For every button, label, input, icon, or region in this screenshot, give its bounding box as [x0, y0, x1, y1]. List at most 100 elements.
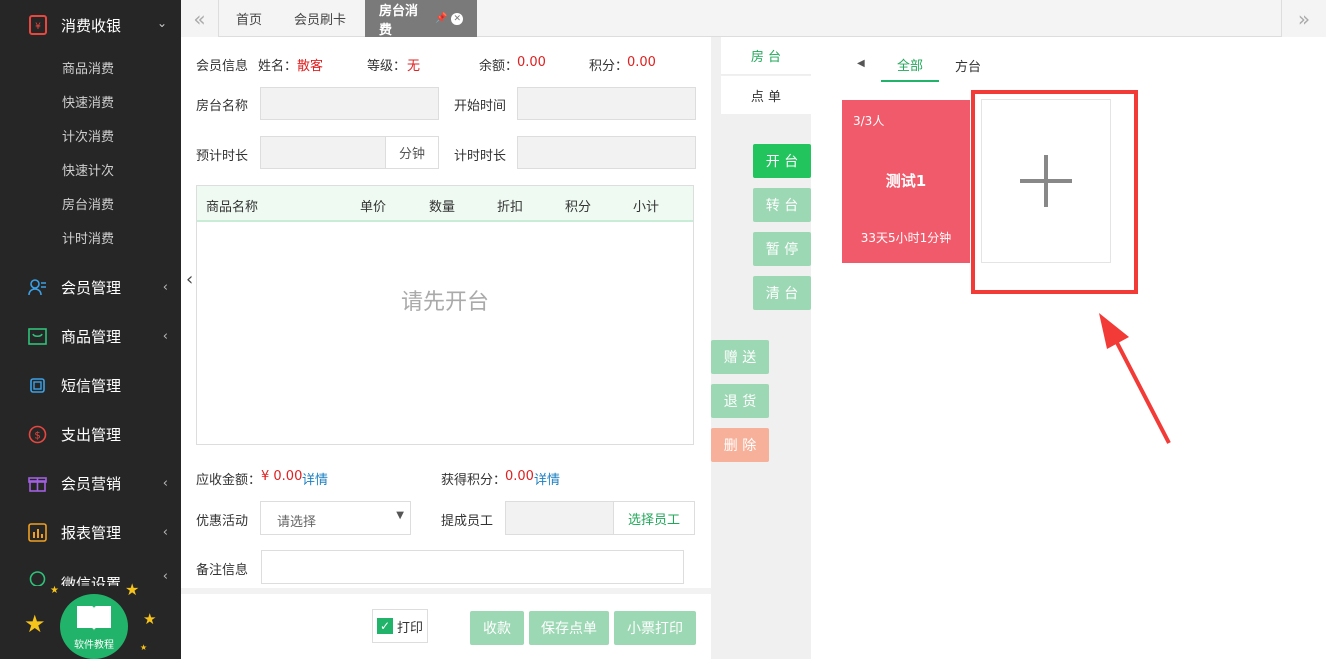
side-tab-room[interactable]: 房 台 [721, 37, 811, 75]
remark-field[interactable] [261, 550, 684, 584]
money-icon: $ [28, 425, 47, 444]
sidebar-item-expense[interactable]: $ 支出管理 [28, 419, 178, 449]
star-icon: ★ [143, 610, 157, 628]
start-time-label: 开始时间 [454, 99, 507, 114]
promo-select[interactable]: 请选择 ▼ [260, 501, 411, 535]
order-table: 商品名称 单价 数量 折扣 积分 小计 请先开台 [196, 185, 694, 445]
sidebar-subitem[interactable]: 快速消费 [62, 92, 114, 111]
sidebar-header-label: 消费收银 [61, 16, 122, 35]
pay-button[interactable]: 收款 [470, 611, 524, 645]
receipt-print-button[interactable]: 小票打印 [614, 611, 696, 645]
sidebar-item-sms[interactable]: 短信管理 [28, 370, 178, 400]
shop-icon [28, 327, 47, 346]
tab-bar: « 首页 会员刷卡 房台消费 📌 ✕ » [181, 0, 1326, 38]
sidebar-item-members[interactable]: 会员管理 ‹ [28, 272, 178, 302]
refund-button[interactable]: 退 货 [711, 384, 769, 418]
member-info-label: 会员信息 [196, 59, 249, 74]
due-amount-label: 应收金额： [196, 473, 262, 488]
earn-points-value: 0.00 [505, 469, 534, 484]
pause-button[interactable]: 暂 停 [753, 232, 811, 266]
print-checkbox[interactable]: ✓ 打印 [372, 609, 428, 643]
star-icon: ★ [140, 643, 148, 652]
sidebar-group-label: 短信管理 [61, 376, 122, 395]
earn-detail-link[interactable]: 详情 [534, 469, 560, 488]
order-panel: 会员信息 姓名： 散客 等级： 无 余额： 0.00 积分： 0.00 房台名称… [181, 37, 711, 659]
sidebar-subitem[interactable]: 商品消费 [62, 58, 114, 77]
filter-tab-all[interactable]: 全部 [881, 48, 939, 82]
sidebar-subitem[interactable]: 计时消费 [62, 228, 114, 247]
caret-left-icon[interactable]: ◀ [857, 58, 865, 69]
tab-home[interactable]: 首页 [222, 0, 276, 37]
action-strip: 房 台 点 单 开 台 转 台 暂 停 清 台 赠 送 退 货 删 除 [711, 37, 811, 659]
member-balance-label: 余额： [479, 59, 519, 74]
sidebar-item-marketing[interactable]: 会员营销 ‹ [28, 468, 178, 498]
pin-icon[interactable]: 📌 [435, 13, 447, 24]
sidebar-subitem[interactable]: 房台消费 [62, 194, 114, 213]
sidebar-subitem[interactable]: 快速计次 [62, 160, 114, 179]
choose-staff-button[interactable]: 选择员工 [613, 501, 695, 535]
column-header: 数量 [429, 200, 456, 215]
sidebar-group-label: 商品管理 [61, 327, 122, 346]
staff-field[interactable] [505, 501, 615, 535]
clear-table-button[interactable]: 清 台 [753, 276, 811, 310]
start-time-field[interactable] [517, 87, 696, 120]
sidebar-item-reports[interactable]: 报表管理 ‹ [28, 517, 178, 547]
chevron-left-icon: ‹ [162, 328, 168, 344]
sidebar-group-label: 支出管理 [61, 425, 122, 444]
sidebar-item-wechat[interactable]: 微信设置 ‹ [28, 566, 178, 586]
tab-member-card[interactable]: 会员刷卡 [280, 0, 360, 37]
gift-button[interactable]: 赠 送 [711, 340, 769, 374]
tutorial-label: 软件教程 [74, 639, 114, 651]
sidebar-item-checkout[interactable]: ¥ 消费收银 ⌄ [0, 0, 181, 50]
promo-label: 优惠活动 [196, 514, 249, 529]
tutorial-button[interactable]: 软件教程 [60, 594, 128, 659]
sidebar-subitem[interactable]: 计次消费 [62, 126, 114, 145]
caret-down-icon: ▼ [396, 510, 404, 521]
due-detail-link[interactable]: 详情 [302, 469, 328, 488]
chevron-left-icon: ‹ [162, 475, 168, 491]
save-order-button[interactable]: 保存点单 [529, 611, 609, 645]
star-icon: ★ [50, 585, 59, 596]
filter-tab-square[interactable]: 方台 [943, 48, 993, 82]
member-name-value: 散客 [297, 59, 324, 74]
star-icon: ★ [24, 610, 46, 638]
due-amount-value: ¥ 0.00 [261, 469, 303, 484]
side-tab-order[interactable]: 点 单 [721, 76, 811, 114]
checkbox-checked-icon: ✓ [376, 618, 393, 634]
tab-scroll-left-button[interactable]: « [181, 0, 219, 37]
open-table-button[interactable]: 开 台 [753, 144, 811, 178]
tab-scroll-right-button[interactable]: » [1281, 0, 1326, 37]
member-points-label: 积分： [589, 59, 629, 74]
chevron-down-icon: ⌄ [156, 16, 167, 30]
chevron-left-icon: ‹ [162, 568, 168, 584]
est-duration-field[interactable] [260, 136, 386, 169]
earn-points-label: 获得积分： [441, 473, 507, 488]
timer-field[interactable] [517, 136, 696, 169]
collapse-arrow-icon[interactable]: ‹ [186, 269, 193, 290]
star-icon: ★ [125, 580, 140, 599]
room-name-field[interactable] [260, 87, 439, 120]
empty-message: 请先开台 [400, 290, 489, 315]
sidebar-group-label: 会员管理 [61, 278, 122, 297]
tab-room-consume[interactable]: 房台消费 📌 ✕ [365, 0, 477, 38]
sidebar-group-label: 微信设置 [61, 574, 122, 587]
minute-unit: 分钟 [385, 136, 439, 169]
member-level-label: 等级： [367, 59, 407, 74]
tab-label: 房台消费 [379, 3, 419, 38]
delete-button[interactable]: 删 除 [711, 428, 769, 462]
room-card[interactable]: 3/3人 测试1 33天5小时1分钟 [842, 100, 970, 263]
highlight-box [971, 90, 1138, 294]
sidebar-item-products[interactable]: 商品管理 ‹ [28, 321, 178, 351]
room-name: 测试1 [885, 172, 927, 190]
chevron-left-icon: ‹ [162, 279, 168, 295]
member-balance-value: 0.00 [517, 55, 546, 70]
svg-text:¥: ¥ [35, 22, 41, 32]
member-points-value: 0.00 [627, 55, 656, 70]
chevron-left-icon: ‹ [162, 524, 168, 540]
column-header: 积分 [565, 200, 592, 215]
staff-label: 提成员工 [441, 514, 494, 529]
transfer-table-button[interactable]: 转 台 [753, 188, 811, 222]
close-icon[interactable]: ✕ [451, 12, 463, 25]
divider [181, 588, 711, 594]
timer-label: 计时时长 [454, 149, 507, 164]
